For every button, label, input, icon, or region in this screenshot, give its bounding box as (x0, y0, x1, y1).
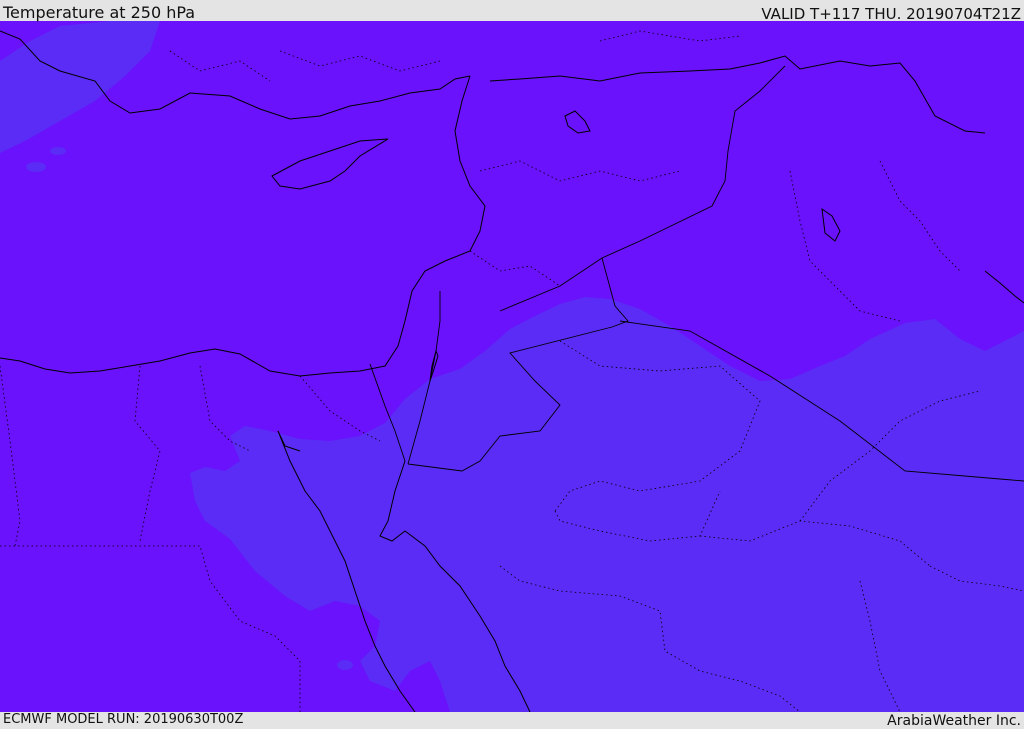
map-title: Temperature at 250 hPa (3, 3, 196, 22)
cool-temperature-blob (50, 147, 66, 155)
weather-map-frame: Temperature at 250 hPa VALID T+117 THU. … (0, 0, 1024, 729)
temperature-map (0, 21, 1024, 712)
credit-label: ArabiaWeather Inc. (887, 713, 1021, 729)
cool-temperature-blob (337, 660, 353, 670)
valid-time-label: VALID T+117 THU. 20190704T21Z (761, 5, 1021, 23)
cool-temperature-blob (26, 162, 46, 172)
footer-bar: ECMWF MODEL RUN: 20190630T00Z ArabiaWeat… (0, 712, 1024, 729)
model-run-label: ECMWF MODEL RUN: 20190630T00Z (3, 712, 244, 727)
header-bar: Temperature at 250 hPa VALID T+117 THU. … (0, 0, 1024, 23)
map-canvas (0, 21, 1024, 712)
